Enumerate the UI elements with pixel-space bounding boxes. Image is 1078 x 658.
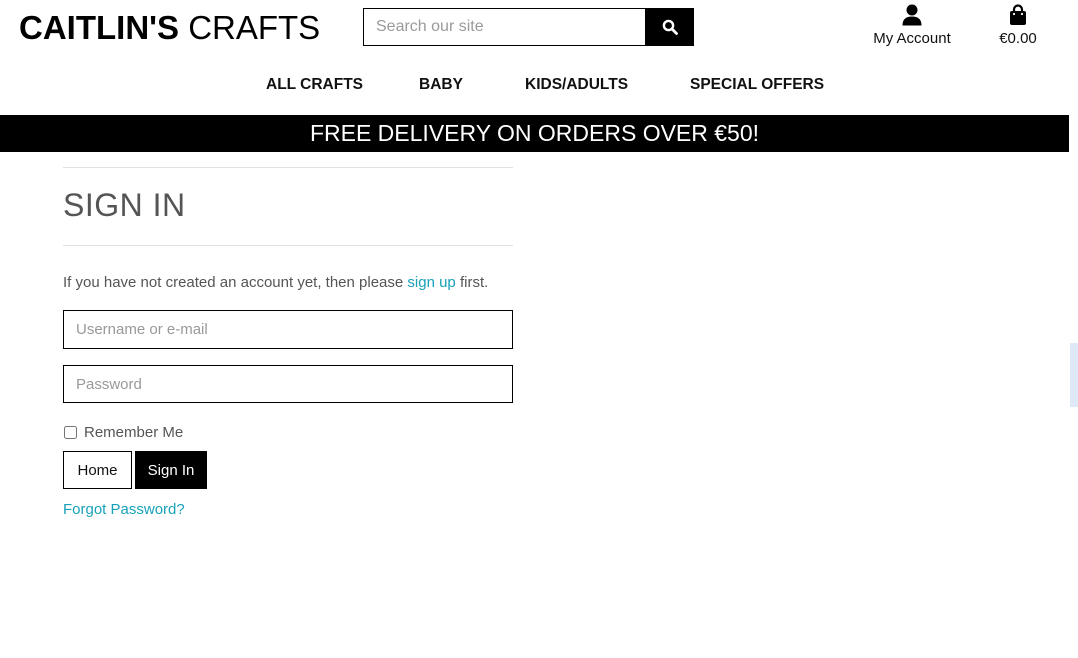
- form-actions: Home Sign In: [63, 451, 513, 489]
- signup-prompt-end: first.: [455, 274, 489, 291]
- home-button[interactable]: Home: [63, 451, 132, 489]
- remember-me-checkbox[interactable]: [64, 425, 77, 439]
- divider: [63, 245, 513, 246]
- page-title: SIGN IN: [63, 187, 186, 223]
- nav-item-all-crafts[interactable]: ALL CRAFTS: [266, 76, 363, 94]
- nav-item-kids-adults[interactable]: KIDS/ADULTS: [525, 76, 628, 94]
- main-nav: ALL CRAFTS BABY KIDS/ADULTS SPECIAL OFFE…: [0, 76, 1069, 100]
- user-icon: [902, 4, 922, 26]
- search-form: [363, 8, 694, 46]
- sign-in-button[interactable]: Sign In: [135, 451, 207, 489]
- bag-total: €0.00: [999, 30, 1037, 47]
- page-scrollbar[interactable]: [1069, 0, 1078, 658]
- password-field[interactable]: [63, 365, 513, 403]
- shopping-bag-icon: [1010, 4, 1026, 25]
- search-icon: [662, 19, 678, 35]
- divider: [63, 167, 513, 168]
- site-logo[interactable]: CAITLIN'S CRAFTS: [19, 8, 320, 48]
- shopping-bag-link[interactable]: €0.00: [990, 2, 1046, 52]
- logo-light-text: CRAFTS: [188, 9, 321, 46]
- sign-in-section: SIGN IN If you have not created an accou…: [63, 167, 513, 519]
- delivery-banner: FREE DELIVERY ON ORDERS OVER €50!: [0, 115, 1069, 152]
- scrollbar-thumb[interactable]: [1070, 343, 1078, 407]
- nav-item-special-offers[interactable]: SPECIAL OFFERS: [690, 76, 824, 94]
- remember-me-label: Remember Me: [84, 423, 184, 441]
- remember-me-row[interactable]: Remember Me: [63, 422, 513, 442]
- nav-item-baby[interactable]: BABY: [419, 76, 463, 94]
- search-button[interactable]: [645, 8, 694, 46]
- username-field[interactable]: [63, 310, 513, 349]
- signup-prompt-text: If you have not created an account yet, …: [63, 274, 408, 291]
- my-account-label: My Account: [873, 30, 951, 47]
- search-input[interactable]: [363, 8, 645, 46]
- logo-bold-text: CAITLIN'S: [19, 9, 180, 46]
- signup-link[interactable]: sign up: [407, 274, 455, 291]
- my-account-link[interactable]: My Account: [862, 2, 962, 52]
- forgot-password-link[interactable]: Forgot Password?: [63, 501, 185, 518]
- site-header: CAITLIN'S CRAFTS My Account: [0, 0, 1069, 115]
- signup-prompt: If you have not created an account yet, …: [63, 273, 513, 293]
